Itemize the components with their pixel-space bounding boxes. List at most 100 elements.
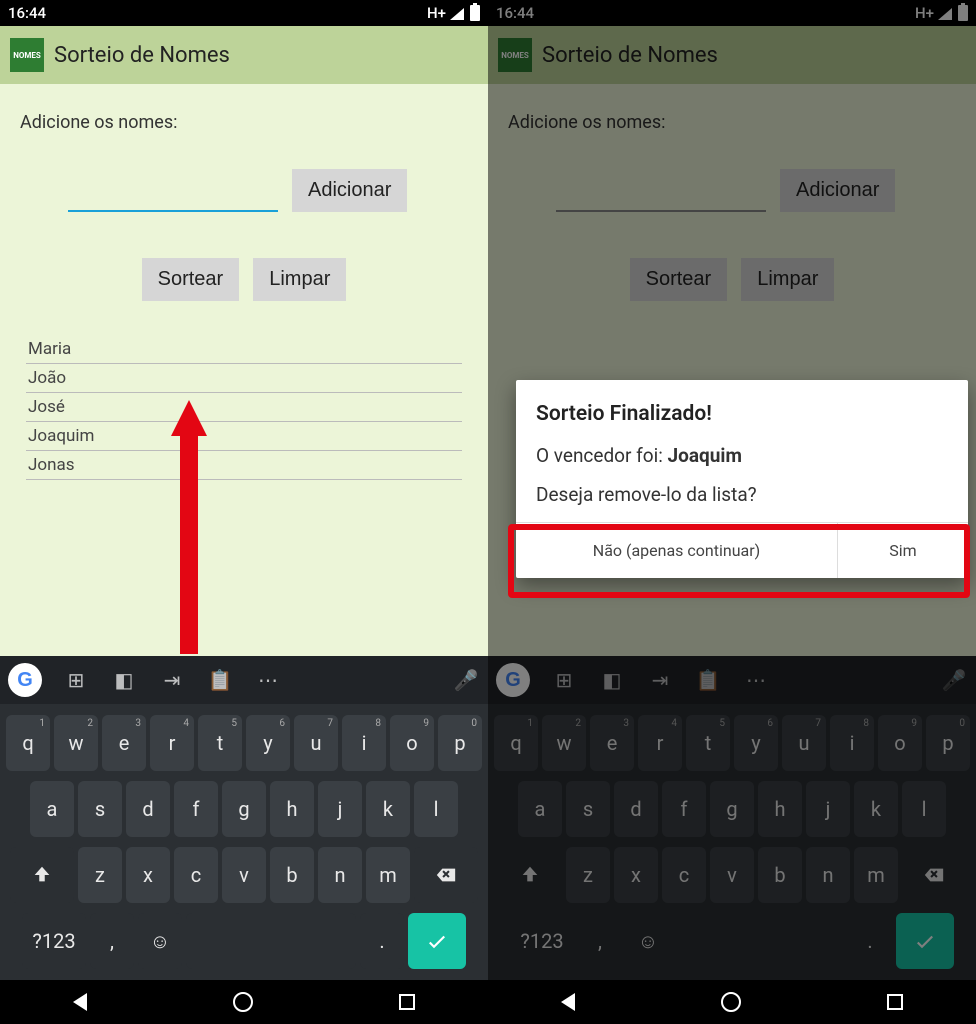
- key-f[interactable]: f: [662, 781, 706, 837]
- sticker-icon[interactable]: ◧: [598, 666, 626, 694]
- key-g[interactable]: g: [222, 781, 266, 837]
- symbols-key[interactable]: ?123: [22, 913, 86, 969]
- clipboard-icon[interactable]: 📋: [206, 666, 234, 694]
- key-m[interactable]: m: [366, 847, 410, 903]
- dialog-yes-button[interactable]: Sim: [838, 523, 968, 578]
- enter-key[interactable]: [408, 913, 466, 969]
- enter-key[interactable]: [896, 913, 954, 969]
- key-q[interactable]: q1: [494, 715, 538, 771]
- key-w[interactable]: w2: [54, 715, 98, 771]
- key-a[interactable]: a: [30, 781, 74, 837]
- nav-home-icon[interactable]: [721, 992, 741, 1012]
- cursor-icon[interactable]: ⇥: [646, 666, 674, 694]
- sortear-button[interactable]: Sortear: [142, 258, 240, 301]
- key-e[interactable]: e3: [102, 715, 146, 771]
- nav-recents-icon[interactable]: [399, 994, 415, 1010]
- key-v[interactable]: v: [222, 847, 266, 903]
- space-key[interactable]: [674, 913, 844, 969]
- key-r[interactable]: r4: [150, 715, 194, 771]
- key-h[interactable]: h: [270, 781, 314, 837]
- sortear-button[interactable]: Sortear: [630, 258, 728, 301]
- key-u[interactable]: u7: [294, 715, 338, 771]
- key-g[interactable]: g: [710, 781, 754, 837]
- comma-key[interactable]: ,: [578, 913, 622, 969]
- limpar-button[interactable]: Limpar: [741, 258, 834, 301]
- nav-back-icon[interactable]: [73, 993, 87, 1011]
- key-i[interactable]: i8: [342, 715, 386, 771]
- key-d[interactable]: d: [126, 781, 170, 837]
- limpar-button[interactable]: Limpar: [253, 258, 346, 301]
- google-icon[interactable]: G: [8, 663, 42, 697]
- key-t[interactable]: t5: [198, 715, 242, 771]
- clipboard-icon[interactable]: 📋: [694, 666, 722, 694]
- key-x[interactable]: x: [126, 847, 170, 903]
- key-v[interactable]: v: [710, 847, 754, 903]
- key-h[interactable]: h: [758, 781, 802, 837]
- mic-icon[interactable]: 🎤: [452, 666, 480, 694]
- key-k[interactable]: k: [366, 781, 410, 837]
- key-b[interactable]: b: [758, 847, 802, 903]
- key-w[interactable]: w2: [542, 715, 586, 771]
- key-i[interactable]: i8: [830, 715, 874, 771]
- key-y[interactable]: y6: [734, 715, 778, 771]
- key-y[interactable]: y6: [246, 715, 290, 771]
- key-o[interactable]: o9: [878, 715, 922, 771]
- key-u[interactable]: u7: [782, 715, 826, 771]
- sticker-icon[interactable]: ◧: [110, 666, 138, 694]
- emoji-key[interactable]: ☺: [138, 913, 182, 969]
- shift-key[interactable]: [10, 847, 74, 903]
- key-q[interactable]: q1: [6, 715, 50, 771]
- key-a[interactable]: a: [518, 781, 562, 837]
- key-z[interactable]: z: [78, 847, 122, 903]
- key-n[interactable]: n: [806, 847, 850, 903]
- more-icon[interactable]: ⋯: [742, 666, 770, 694]
- backspace-key[interactable]: [414, 847, 478, 903]
- key-n[interactable]: n: [318, 847, 362, 903]
- period-key[interactable]: .: [848, 913, 892, 969]
- google-icon[interactable]: G: [496, 663, 530, 697]
- keyboard[interactable]: G ⊞ ◧ ⇥ 📋 ⋯ 🎤 q1w2e3r4t5y6u7i8o9p0 asdfg…: [0, 656, 488, 980]
- key-m[interactable]: m: [854, 847, 898, 903]
- backspace-key[interactable]: [902, 847, 966, 903]
- key-c[interactable]: c: [662, 847, 706, 903]
- key-o[interactable]: o9: [390, 715, 434, 771]
- shift-key[interactable]: [498, 847, 562, 903]
- translate-icon[interactable]: ⊞: [550, 666, 578, 694]
- key-x[interactable]: x: [614, 847, 658, 903]
- key-p[interactable]: p0: [926, 715, 970, 771]
- key-s[interactable]: s: [78, 781, 122, 837]
- key-b[interactable]: b: [270, 847, 314, 903]
- nav-recents-icon[interactable]: [887, 994, 903, 1010]
- nav-back-icon[interactable]: [561, 993, 575, 1011]
- key-j[interactable]: j: [806, 781, 850, 837]
- key-p[interactable]: p0: [438, 715, 482, 771]
- key-e[interactable]: e3: [590, 715, 634, 771]
- cursor-icon[interactable]: ⇥: [158, 666, 186, 694]
- emoji-key[interactable]: ☺: [626, 913, 670, 969]
- comma-key[interactable]: ,: [90, 913, 134, 969]
- key-f[interactable]: f: [174, 781, 218, 837]
- key-d[interactable]: d: [614, 781, 658, 837]
- add-button[interactable]: Adicionar: [292, 169, 407, 212]
- period-key[interactable]: .: [360, 913, 404, 969]
- space-key[interactable]: [186, 913, 356, 969]
- more-icon[interactable]: ⋯: [254, 666, 282, 694]
- nav-home-icon[interactable]: [233, 992, 253, 1012]
- keyboard[interactable]: G ⊞ ◧ ⇥ 📋 ⋯ 🎤 q1w2e3r4t5y6u7i8o9p0 asdfg…: [488, 656, 976, 980]
- mic-icon[interactable]: 🎤: [940, 666, 968, 694]
- key-c[interactable]: c: [174, 847, 218, 903]
- key-z[interactable]: z: [566, 847, 610, 903]
- key-r[interactable]: r4: [638, 715, 682, 771]
- name-input[interactable]: [556, 176, 766, 212]
- key-j[interactable]: j: [318, 781, 362, 837]
- symbols-key[interactable]: ?123: [510, 913, 574, 969]
- key-k[interactable]: k: [854, 781, 898, 837]
- key-s[interactable]: s: [566, 781, 610, 837]
- name-input[interactable]: [68, 176, 278, 212]
- translate-icon[interactable]: ⊞: [62, 666, 90, 694]
- key-l[interactable]: l: [414, 781, 458, 837]
- key-l[interactable]: l: [902, 781, 946, 837]
- dialog-no-button[interactable]: Não (apenas continuar): [516, 523, 838, 578]
- add-button[interactable]: Adicionar: [780, 169, 895, 212]
- key-t[interactable]: t5: [686, 715, 730, 771]
